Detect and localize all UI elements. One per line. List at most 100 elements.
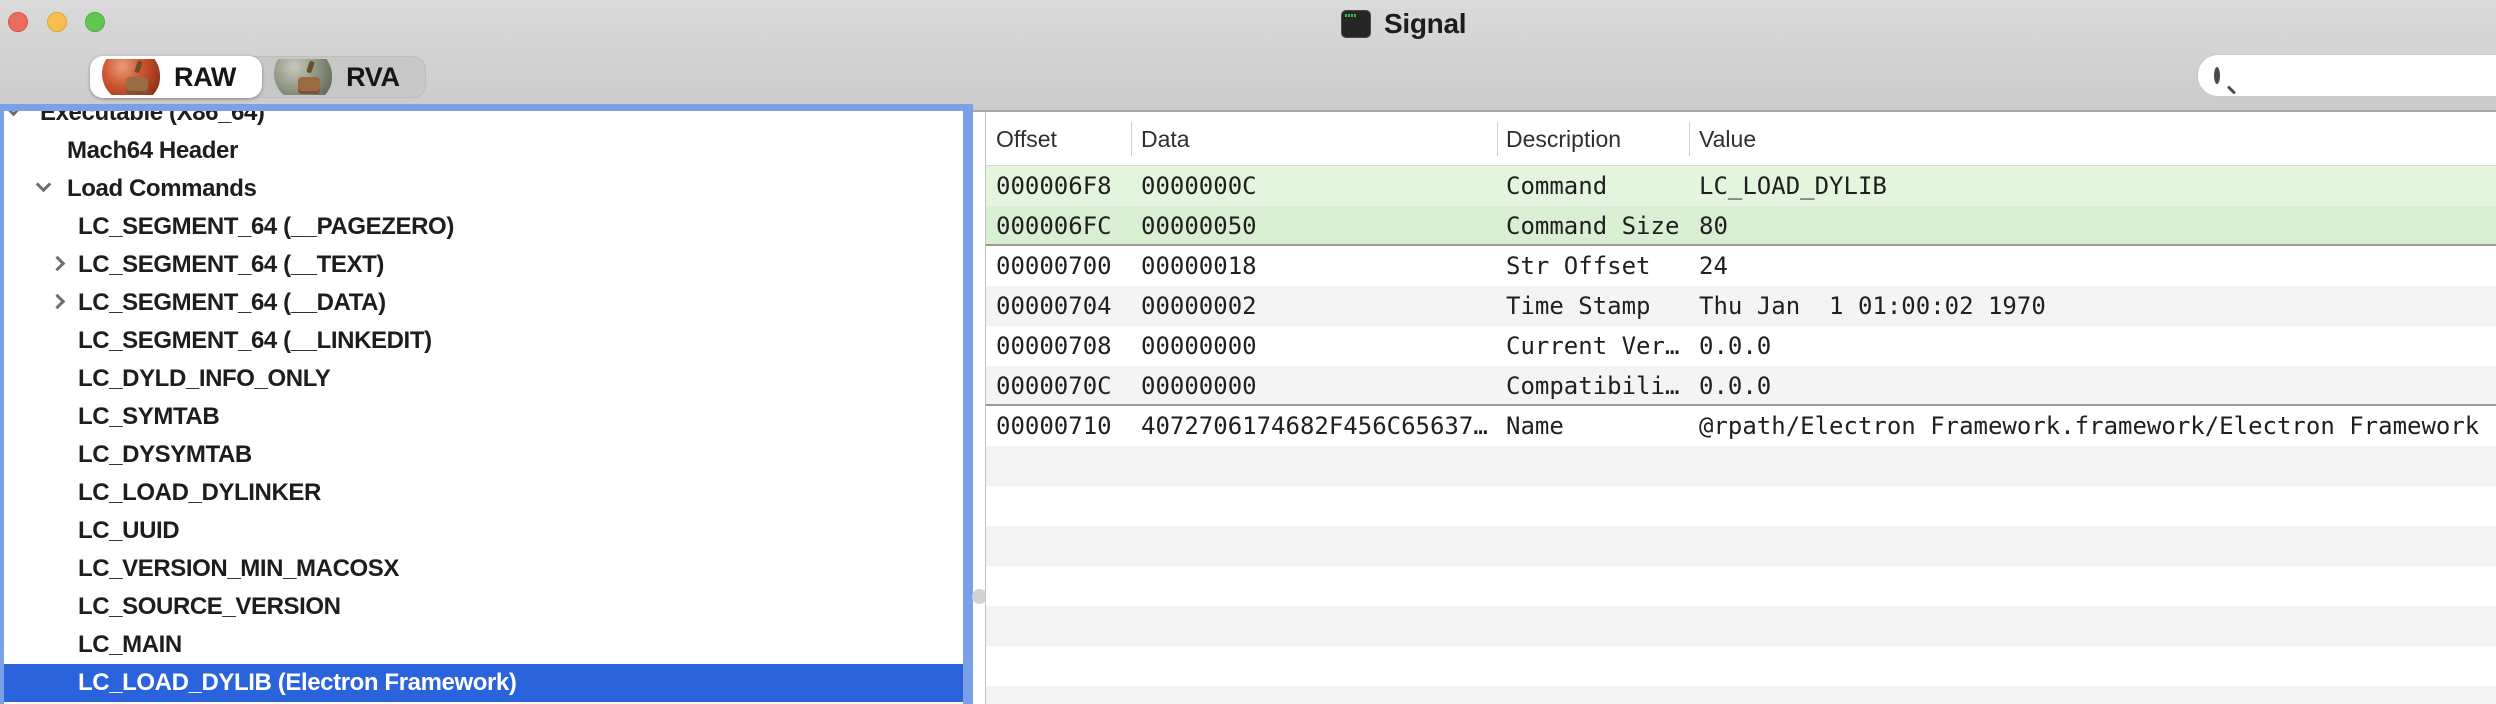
cell-data: 00000000 bbox=[1141, 366, 1257, 406]
column-divider bbox=[1497, 122, 1498, 156]
chevron-icon[interactable] bbox=[50, 294, 66, 310]
column-header-data[interactable]: Data bbox=[1141, 112, 1190, 166]
tree-item[interactable]: LC_SYMTAB bbox=[0, 398, 973, 436]
tree-item[interactable]: LC_DYLD_INFO_ONLY bbox=[0, 360, 973, 398]
cell-offset: 000006FC bbox=[996, 206, 1112, 246]
machoview-apple-red-icon bbox=[100, 59, 162, 95]
tree-item-label: LC_SOURCE_VERSION bbox=[78, 588, 341, 626]
tree-item[interactable]: LC_SEGMENT_64 (__LINKEDIT) bbox=[0, 322, 973, 360]
tree-item[interactable]: LC_VERSION_MIN_MACOSX bbox=[0, 550, 973, 588]
cell-description: Name bbox=[1506, 406, 1564, 446]
tree-item-label: LC_LOAD_DYLINKER bbox=[78, 474, 321, 512]
cell-description: Current Ver… bbox=[1506, 326, 1679, 366]
machoview-apple-gray-icon bbox=[272, 59, 334, 95]
cell-offset: 00000708 bbox=[996, 326, 1112, 366]
tree-item[interactable]: LC_MAIN bbox=[0, 626, 973, 664]
tree-item[interactable]: LC_LOAD_DYLINKER bbox=[0, 474, 973, 512]
cell-data: 4072706174682F456C65637… bbox=[1141, 406, 1488, 446]
tree-item-label: LC_SEGMENT_64 (__LINKEDIT) bbox=[78, 322, 432, 360]
minimize-button[interactable] bbox=[47, 12, 67, 32]
table-row[interactable]: 00000700 00000018 Str Offset 24 bbox=[986, 246, 2496, 286]
tree-item-label: LC_DYLD_INFO_ONLY bbox=[78, 360, 330, 398]
table-row[interactable]: 00000708 00000000 Current Ver… 0.0.0 bbox=[986, 326, 2496, 366]
cell-value: 24 bbox=[1699, 246, 1728, 286]
table-header: Offset Data Description Value bbox=[986, 112, 2496, 166]
detail-table: Offset Data Description Value 000006F8 0… bbox=[985, 112, 2496, 704]
tree-item[interactable]: LC_SEGMENT_64 (__TEXT) bbox=[0, 246, 973, 284]
tree-item-label: LC_LOAD_DYLIB (Electron Framework) bbox=[78, 664, 516, 702]
table-row[interactable]: 000006F8 0000000C Command LC_LOAD_DYLIB bbox=[986, 166, 2496, 206]
tree-item-label: Load Commands bbox=[67, 170, 256, 208]
load-commands-tree: Executable (X86_64) Mach64 Header Load C… bbox=[0, 110, 973, 704]
chevron-icon[interactable] bbox=[6, 110, 22, 116]
table-row[interactable]: 00000710 4072706174682F456C65637… Name @… bbox=[986, 406, 2496, 446]
cell-value: 80 bbox=[1699, 206, 1728, 246]
tree-item[interactable]: Executable (X86_64) bbox=[0, 110, 973, 132]
tree-item-label: LC_SEGMENT_64 (__PAGEZERO) bbox=[78, 208, 454, 246]
tree-item-label: LC_SEGMENT_64 (__TEXT) bbox=[78, 246, 384, 284]
cell-description: Time Stamp bbox=[1506, 286, 1651, 326]
column-header-description[interactable]: Description bbox=[1506, 112, 1621, 166]
tree-item[interactable]: LC_LOAD_DYLIB (Electron Framework) bbox=[0, 664, 973, 702]
tree-item[interactable]: Load Commands bbox=[0, 170, 973, 208]
tree-item-label: LC_MAIN bbox=[78, 626, 182, 664]
column-header-offset[interactable]: Offset bbox=[996, 112, 1057, 166]
cell-data: 00000018 bbox=[1141, 246, 1257, 286]
column-divider bbox=[1131, 122, 1132, 156]
segment-raw[interactable]: RAW bbox=[90, 56, 262, 98]
raw-rva-segmented-control: RAW RVA bbox=[90, 56, 426, 98]
segment-raw-label: RAW bbox=[174, 62, 236, 93]
executable-app-icon bbox=[1341, 10, 1371, 38]
tree-item[interactable]: LC_DYSYMTAB bbox=[0, 436, 973, 474]
tree-item-label: LC_UUID bbox=[78, 512, 179, 550]
cell-value: 0.0.0 bbox=[1699, 366, 1771, 406]
cell-offset: 00000704 bbox=[996, 286, 1112, 326]
cell-value: 0.0.0 bbox=[1699, 326, 1771, 366]
window-title: Signal bbox=[1384, 8, 1466, 40]
chevron-icon[interactable] bbox=[36, 177, 52, 193]
cell-data: 0000000C bbox=[1141, 166, 1257, 206]
cell-offset: 000006F8 bbox=[996, 166, 1112, 206]
cell-value: Thu Jan 1 01:00:02 1970 bbox=[1699, 286, 2046, 326]
titlebar-toolbar: Signal RAW RVA bbox=[0, 0, 2496, 112]
tree-item-label: Executable (X86_64) bbox=[40, 110, 265, 132]
cell-description: Str Offset bbox=[1506, 246, 1651, 286]
tree-item-label: LC_VERSION_MIN_MACOSX bbox=[78, 550, 399, 588]
cell-description: Command bbox=[1506, 166, 1607, 206]
tree-item-label: Mach64 Header bbox=[67, 132, 238, 170]
cell-offset: 00000700 bbox=[996, 246, 1112, 286]
close-button[interactable] bbox=[8, 12, 28, 32]
zoom-button[interactable] bbox=[85, 12, 105, 32]
tree-item-label: LC_SYMTAB bbox=[78, 398, 219, 436]
cell-offset: 00000710 bbox=[996, 406, 1112, 446]
cell-value: LC_LOAD_DYLIB bbox=[1699, 166, 1887, 206]
cell-data: 00000002 bbox=[1141, 286, 1257, 326]
tree-item-label: LC_SEGMENT_64 (__DATA) bbox=[78, 284, 386, 322]
table-row[interactable]: 00000704 00000002 Time Stamp Thu Jan 1 0… bbox=[986, 286, 2496, 326]
table-body: 000006F8 0000000C Command LC_LOAD_DYLIB … bbox=[986, 166, 2496, 704]
table-row[interactable]: 000006FC 00000050 Command Size 80 bbox=[986, 206, 2496, 246]
chevron-icon[interactable] bbox=[50, 256, 66, 272]
column-header-value[interactable]: Value bbox=[1699, 112, 1756, 166]
table-row[interactable]: 0000070C 00000000 Compatibili… 0.0.0 bbox=[986, 366, 2496, 406]
tree-rows: Executable (X86_64) Mach64 Header Load C… bbox=[0, 110, 973, 702]
cell-offset: 0000070C bbox=[996, 366, 1112, 406]
column-divider bbox=[1689, 122, 1690, 156]
cell-data: 00000050 bbox=[1141, 206, 1257, 246]
segment-rva-label: RVA bbox=[346, 62, 400, 93]
search-input[interactable] bbox=[2220, 55, 2496, 96]
cell-value: @rpath/Electron Framework.framework/Elec… bbox=[1699, 406, 2479, 446]
search-field[interactable] bbox=[2197, 54, 2496, 97]
search-icon bbox=[2214, 67, 2220, 84]
tree-item[interactable]: LC_SOURCE_VERSION bbox=[0, 588, 973, 626]
tree-item[interactable]: LC_UUID bbox=[0, 512, 973, 550]
window-title-group: Signal bbox=[1341, 8, 1466, 40]
tree-item[interactable]: Mach64 Header bbox=[0, 132, 973, 170]
segment-rva[interactable]: RVA bbox=[262, 56, 426, 98]
tree-item[interactable]: LC_SEGMENT_64 (__PAGEZERO) bbox=[0, 208, 973, 246]
cell-data: 00000000 bbox=[1141, 326, 1257, 366]
tree-item[interactable]: LC_SEGMENT_64 (__DATA) bbox=[0, 284, 973, 322]
terminal-pixels-decoration bbox=[1345, 14, 1357, 17]
cell-description: Command Size bbox=[1506, 206, 1679, 246]
cell-description: Compatibili… bbox=[1506, 366, 1679, 406]
